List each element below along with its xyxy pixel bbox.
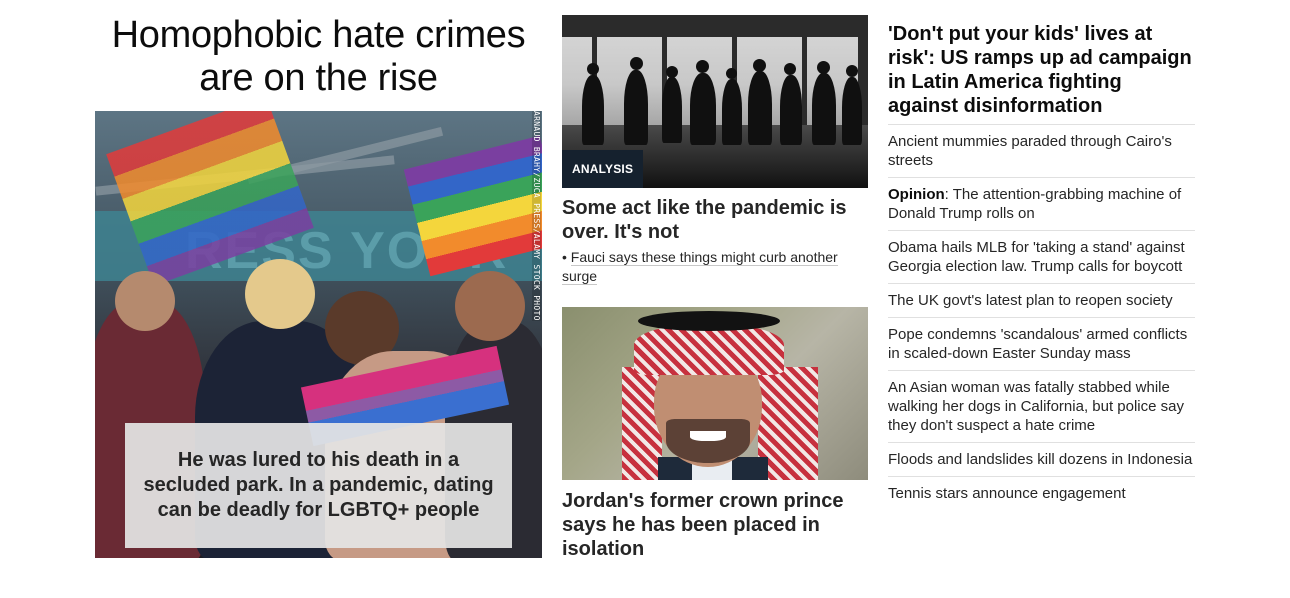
image-credit: ARNAUD BRAHY/ZUCA PRESS/ALAMY STOCK PHOT… <box>532 111 541 321</box>
analysis-badge: ANALYSIS <box>562 150 644 188</box>
silhouette <box>666 66 678 78</box>
lead-story: Homophobic hate crimes are on the rise R… <box>95 14 542 558</box>
airport-silhouettes-image[interactable]: ANALYSIS <box>562 15 868 188</box>
keffiyeh <box>634 325 784 375</box>
silhouette <box>662 77 682 143</box>
smile <box>690 431 726 441</box>
agal <box>638 311 780 331</box>
related-link-row: • Fauci says these things might curb ano… <box>562 248 862 286</box>
story-title-pandemic[interactable]: Some act like the pandemic is over. It's… <box>562 196 868 244</box>
list-item-text[interactable]: Obama hails MLB for 'taking a stand' aga… <box>888 239 1185 275</box>
silhouette <box>780 75 802 145</box>
list-item-text[interactable]: Tennis stars announce engagement <box>888 485 1126 502</box>
list-item-text[interactable]: Pope condemns 'scandalous' armed conflic… <box>888 326 1187 362</box>
crowd-person <box>245 259 315 329</box>
list-item[interactable]: Obama hails MLB for 'taking a stand' aga… <box>888 230 1195 283</box>
silhouette <box>630 57 643 70</box>
silhouette <box>690 73 716 145</box>
list-item-text[interactable]: An Asian woman was fatally stabbed while… <box>888 379 1184 434</box>
silhouette <box>696 60 709 73</box>
right-column: 'Don't put your kids' lives at risk': US… <box>888 22 1195 502</box>
list-item[interactable]: Tennis stars announce engagement <box>888 476 1195 510</box>
window-frame <box>802 37 807 137</box>
list-item[interactable]: An Asian woman was fatally stabbed while… <box>888 370 1195 442</box>
silhouette <box>846 65 858 77</box>
crown-prince-image[interactable] <box>562 307 868 480</box>
lead-caption[interactable]: He was lured to his death in a secluded … <box>125 448 512 523</box>
crowd-person <box>115 271 175 331</box>
story-title-jordan[interactable]: Jordan's former crown prince says he has… <box>562 489 868 561</box>
beard <box>666 419 750 463</box>
related-link-fauci[interactable]: Fauci says these things might curb anoth… <box>562 249 838 285</box>
lead-image[interactable]: RESS YOUR ARNAUD BRAHY/ZUCA PRESS/ALAMY … <box>95 111 542 558</box>
crowd-person <box>455 271 525 341</box>
silhouette <box>842 77 862 145</box>
list-item-text[interactable]: Ancient mummies paraded through Cairo's … <box>888 133 1172 169</box>
silhouette <box>753 59 766 72</box>
list-item[interactable]: Ancient mummies paraded through Cairo's … <box>888 124 1195 177</box>
list-item[interactable]: Floods and landslides kill dozens in Ind… <box>888 442 1195 476</box>
silhouette <box>726 68 737 79</box>
list-item[interactable]: The UK govt's latest plan to reopen soci… <box>888 283 1195 317</box>
list-item[interactable]: Pope condemns 'scandalous' armed conflic… <box>888 317 1195 370</box>
silhouette <box>722 79 742 145</box>
silhouette <box>624 70 648 145</box>
silhouette <box>587 63 599 75</box>
silhouette <box>812 73 836 145</box>
lead-caption-box[interactable]: He was lured to his death in a secluded … <box>125 423 512 548</box>
headline-list: Ancient mummies paraded through Cairo's … <box>888 124 1195 510</box>
silhouette <box>582 75 604 145</box>
opinion-label: Opinion <box>888 186 945 203</box>
list-item[interactable]: Opinion: The attention-grabbing machine … <box>888 177 1195 230</box>
list-item-text[interactable]: The UK govt's latest plan to reopen soci… <box>888 292 1173 309</box>
lead-headline[interactable]: Homophobic hate crimes are on the rise <box>95 14 542 100</box>
silhouette <box>784 63 796 75</box>
image-ceiling <box>562 15 868 37</box>
list-item-text[interactable]: Floods and landslides kill dozens in Ind… <box>888 451 1192 468</box>
right-top-headline[interactable]: 'Don't put your kids' lives at risk': US… <box>888 22 1195 118</box>
bullet: • <box>562 249 567 265</box>
silhouette <box>748 71 772 145</box>
silhouette <box>817 61 830 74</box>
